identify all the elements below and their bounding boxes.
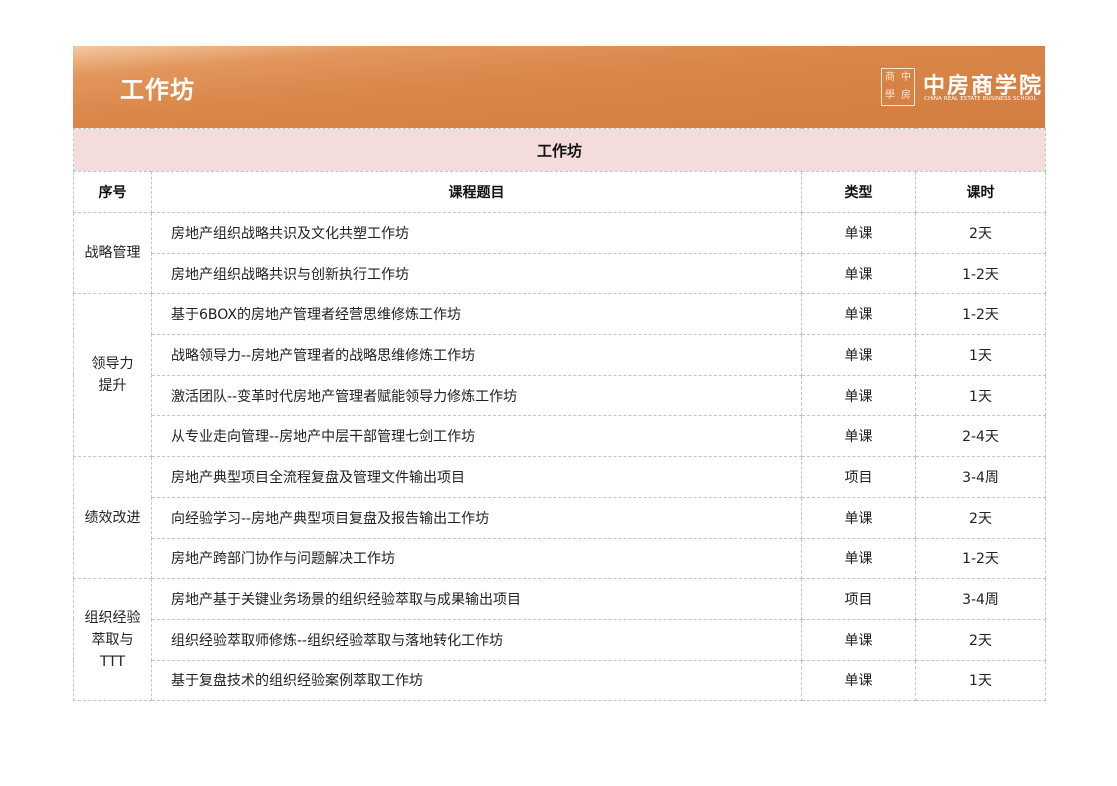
hours-cell: 1天 <box>914 374 1047 417</box>
category-cell: 组织经验 萃取与 TTT <box>73 578 152 702</box>
hours-cell: 3-4周 <box>914 578 1047 620</box>
category-cell: 绩效改进 <box>73 456 152 580</box>
course-table: 工作坊 序号 课程题目 类型 课时 战略管理 房地产组织战略共识及文化共塑工作坊单… <box>72 128 1047 702</box>
hours-cell: 2天 <box>914 618 1047 661</box>
topic-cell: 房地产组织战略共识及文化共塑工作坊 <box>151 212 802 254</box>
hours-cell: 1天 <box>914 334 1047 376</box>
table-row: 从专业走向管理--房地产中层干部管理七剑工作坊 单课 2-4天 <box>74 415 1047 458</box>
type-cell: 单课 <box>801 659 916 702</box>
table-row: 基于复盘技术的组织经验案例萃取工作坊 单课 1天 <box>74 659 1047 702</box>
hours-cell: 2天 <box>914 212 1047 254</box>
hours-cell: 1天 <box>914 659 1047 702</box>
topic-cell: 向经验学习--房地产典型项目复盘及报告输出工作坊 <box>151 496 802 539</box>
type-cell: 单课 <box>801 415 916 458</box>
table-row: 激活团队--变革时代房地产管理者赋能领导力修炼工作坊 单课 1天 <box>74 374 1047 417</box>
topic-cell: 基于6BOX的房地产管理者经营思维修炼工作坊 <box>151 293 802 336</box>
page-title: 工作坊 <box>120 76 195 104</box>
topic-cell: 战略领导力--房地产管理者的战略思维修炼工作坊 <box>151 334 802 376</box>
type-cell: 单课 <box>801 334 916 376</box>
topic-cell: 组织经验萃取师修炼--组织经验萃取与落地转化工作坊 <box>151 618 802 661</box>
topic-cell: 房地产典型项目全流程复盘及管理文件输出项目 <box>151 456 802 498</box>
table-row: 房地产跨部门协作与问题解决工作坊 单课 1-2天 <box>74 537 1047 580</box>
table-row: 组织经验萃取师修炼--组织经验萃取与落地转化工作坊 单课 2天 <box>74 618 1047 661</box>
category-cell: 领导力 提升 <box>73 293 152 458</box>
type-cell: 项目 <box>801 456 916 498</box>
logo-seal-icon: 商 中 學 房 <box>881 68 915 106</box>
column-header-topic: 课程题目 <box>151 171 802 213</box>
table-row: 战略领导力--房地产管理者的战略思维修炼工作坊 单课 1天 <box>74 334 1047 376</box>
type-cell: 单课 <box>801 537 916 580</box>
type-cell: 单课 <box>801 496 916 539</box>
logo-seal-char: 學 <box>885 90 895 101</box>
type-cell: 单课 <box>801 293 916 336</box>
table-row: 领导力 提升 基于6BOX的房地产管理者经营思维修炼工作坊 单课 1-2天 <box>73 293 1047 458</box>
type-cell: 单课 <box>801 212 916 254</box>
hours-cell: 1-2天 <box>914 252 1047 295</box>
logo-seal-char: 商 <box>885 72 895 83</box>
school-logo: 商 中 學 房 中房商学院 CHINA REAL ESTATE BUSINESS… <box>881 68 1041 108</box>
column-header-index: 序号 <box>73 171 152 213</box>
hours-cell: 2-4天 <box>914 415 1047 458</box>
logo-name-en: CHINA REAL ESTATE BUSINESS SCHOOL <box>924 96 1037 102</box>
table-row: 房地产组织战略共识与创新执行工作坊 单课 1-2天 <box>74 252 1047 295</box>
column-header-hours: 课时 <box>914 171 1047 213</box>
topic-cell: 房地产组织战略共识与创新执行工作坊 <box>151 252 802 295</box>
logo-seal-char: 中 <box>901 72 911 83</box>
type-cell: 单课 <box>801 374 916 417</box>
type-cell: 单课 <box>801 618 916 661</box>
topic-cell: 房地产基于关键业务场景的组织经验萃取与成果输出项目 <box>151 578 802 620</box>
table-row: 组织经验 萃取与 TTT 房地产基于关键业务场景的组织经验萃取与成果输出项目 项目 3-4… <box>73 578 1047 702</box>
hours-cell: 1-2天 <box>914 293 1047 336</box>
topic-cell: 房地产跨部门协作与问题解决工作坊 <box>151 537 802 580</box>
topic-cell: 从专业走向管理--房地产中层干部管理七剑工作坊 <box>151 415 802 458</box>
topic-cell: 激活团队--变革时代房地产管理者赋能领导力修炼工作坊 <box>151 374 802 417</box>
table-row: 向经验学习--房地产典型项目复盘及报告输出工作坊 单课 2天 <box>74 496 1047 539</box>
table-row: 绩效改进 房地产典型项目全流程复盘及管理文件输出项目 项目 3-4周 <box>73 456 1047 580</box>
type-cell: 单课 <box>801 252 916 295</box>
column-header-type: 类型 <box>801 171 916 213</box>
hours-cell: 1-2天 <box>914 537 1047 580</box>
type-cell: 项目 <box>801 578 916 620</box>
category-cell: 战略管理 <box>73 211 152 295</box>
hours-cell: 2天 <box>914 496 1047 539</box>
table-caption: 工作坊 <box>72 128 1047 172</box>
hours-cell: 3-4周 <box>914 456 1047 498</box>
logo-seal-char: 房 <box>901 90 911 101</box>
header-banner: 工作坊 商 中 學 房 中房商学院 CHINA REAL ESTATE BUSI… <box>73 46 1045 128</box>
table-row: 战略管理 房地产组织战略共识及文化共塑工作坊 单课 2天 <box>73 211 1047 295</box>
topic-cell: 基于复盘技术的组织经验案例萃取工作坊 <box>151 659 802 702</box>
